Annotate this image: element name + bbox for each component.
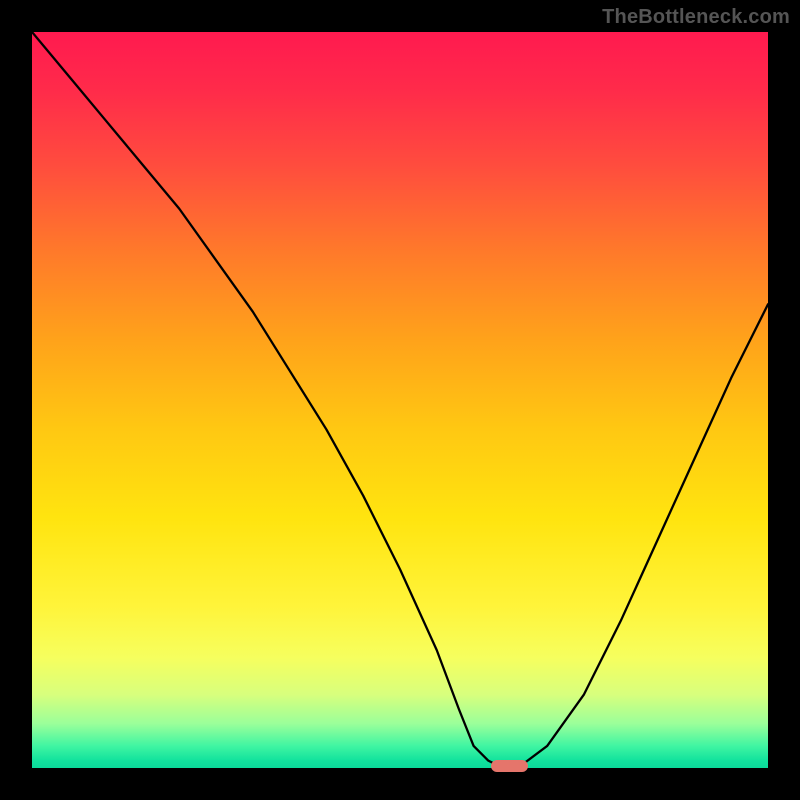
bottleneck-curve (32, 32, 768, 768)
plot-area (30, 30, 770, 770)
optimal-marker (491, 760, 528, 772)
curve-path (32, 32, 768, 768)
attribution-text: TheBottleneck.com (602, 6, 790, 29)
chart-container: TheBottleneck.com (0, 0, 800, 800)
